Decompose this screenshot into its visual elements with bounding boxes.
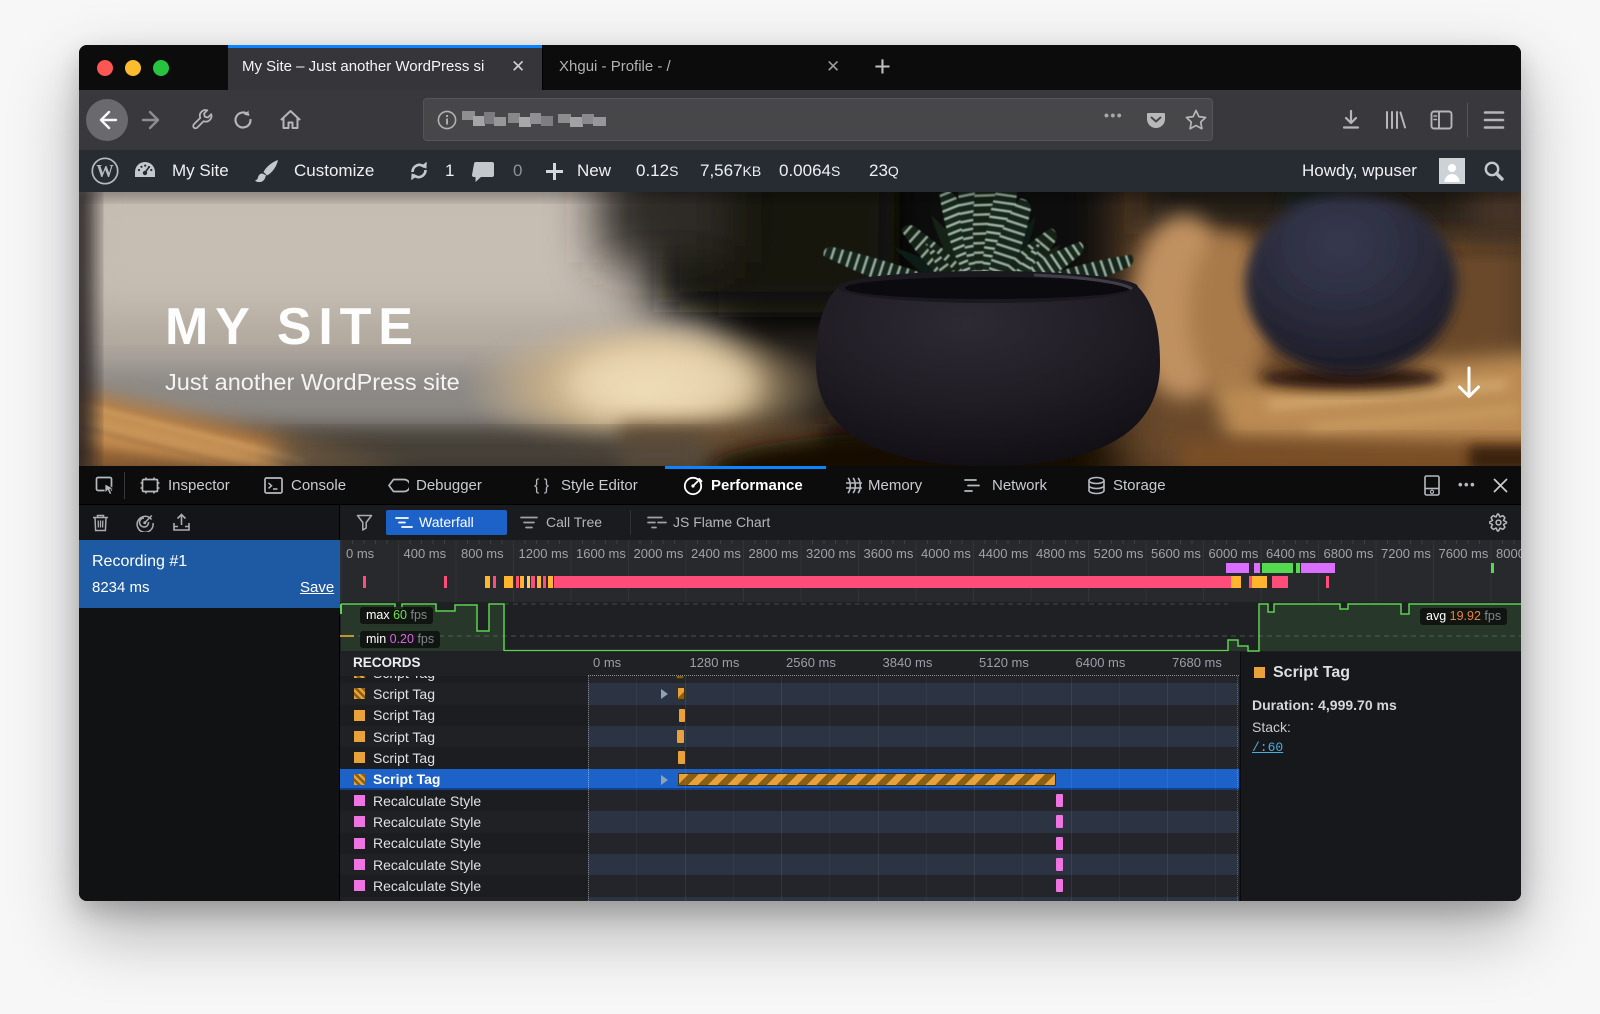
- svg-text:6400 ms: 6400 ms: [1266, 546, 1316, 561]
- svg-text:0 ms: 0 ms: [346, 546, 375, 561]
- svg-text:2400 ms: 2400 ms: [691, 546, 741, 561]
- svg-text:3200 ms: 3200 ms: [806, 546, 856, 561]
- svg-text:800 ms: 800 ms: [461, 546, 504, 561]
- svg-text:6000 ms: 6000 ms: [1209, 546, 1259, 561]
- svg-text:5600 ms: 5600 ms: [1151, 546, 1201, 561]
- svg-text:8000: 8000: [1496, 546, 1521, 561]
- svg-text:1600 ms: 1600 ms: [576, 546, 626, 561]
- svg-text:4800 ms: 4800 ms: [1036, 546, 1086, 561]
- svg-text:5200 ms: 5200 ms: [1094, 546, 1144, 561]
- svg-text:3600 ms: 3600 ms: [864, 546, 914, 561]
- svg-text:W: W: [96, 161, 114, 181]
- svg-text:1200 ms: 1200 ms: [519, 546, 569, 561]
- svg-text:2000 ms: 2000 ms: [634, 546, 684, 561]
- svg-text:6800 ms: 6800 ms: [1324, 546, 1374, 561]
- svg-text:4400 ms: 4400 ms: [979, 546, 1029, 561]
- svg-text:7600 ms: 7600 ms: [1439, 546, 1489, 561]
- svg-text:7200 ms: 7200 ms: [1381, 546, 1431, 561]
- svg-text:400 ms: 400 ms: [404, 546, 447, 561]
- svg-text:2800 ms: 2800 ms: [749, 546, 799, 561]
- svg-text:4000 ms: 4000 ms: [921, 546, 971, 561]
